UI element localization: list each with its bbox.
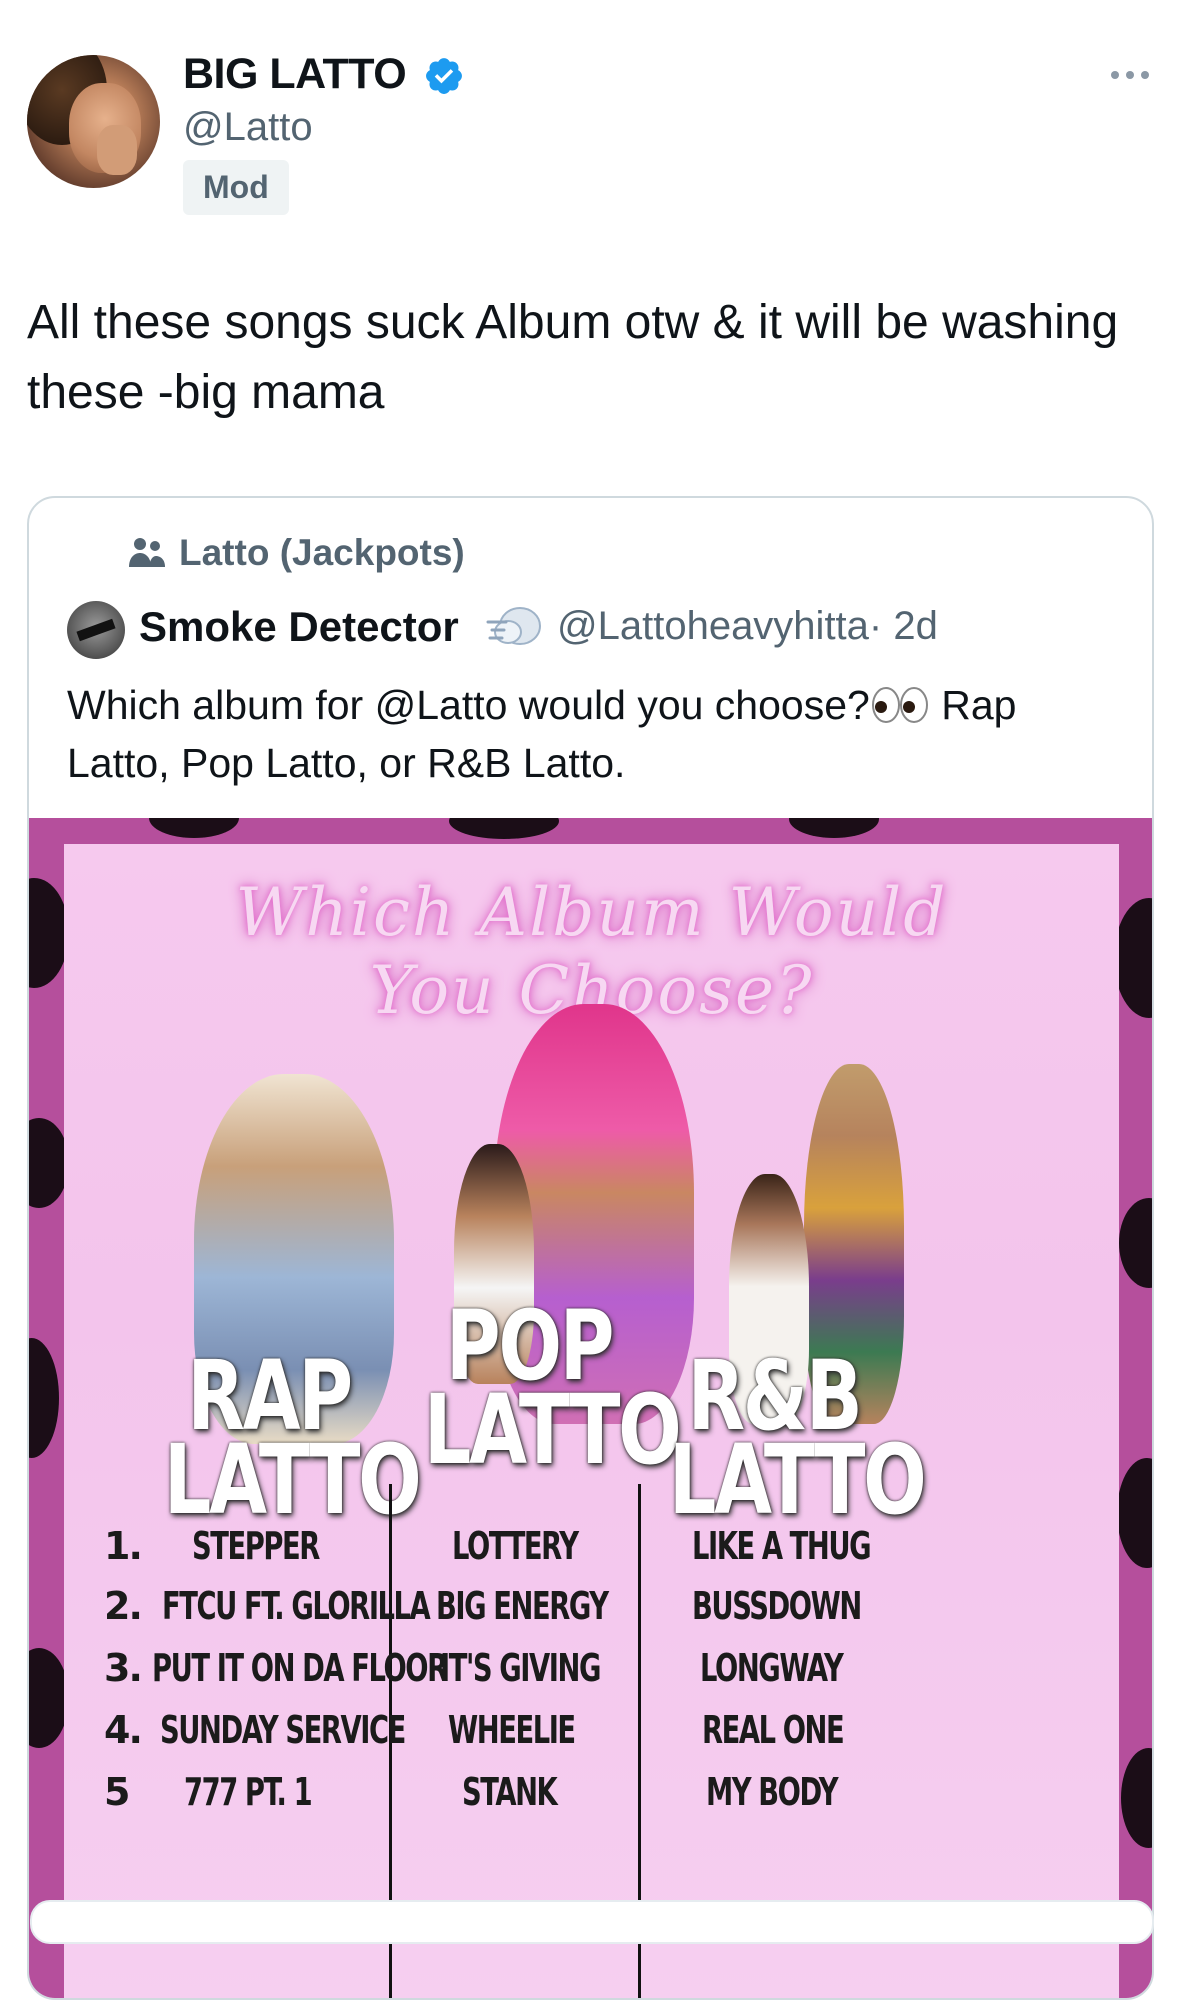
leopard-spot (149, 818, 239, 838)
more-options-icon[interactable] (1089, 60, 1149, 90)
author-avatar[interactable] (27, 55, 160, 188)
leopard-spot (29, 1648, 69, 1748)
pop-song: WHEELIE (448, 1708, 576, 1752)
pop-song: STANK (462, 1770, 558, 1814)
rnb-label-bottom: LATTO (668, 1424, 927, 1537)
quote-age: · 2d (868, 604, 938, 648)
eyes-emoji (871, 687, 928, 723)
leopard-spot (29, 1338, 59, 1458)
rap-song: 777 PT. 1 (184, 1770, 313, 1814)
community-label[interactable]: Latto (Jackpots) (127, 532, 465, 574)
leopard-spot (1117, 1458, 1152, 1568)
verified-badge-icon (426, 58, 462, 94)
rap-song: PUT IT ON DA FLOOR (152, 1646, 448, 1690)
quote-author-name[interactable]: Smoke Detector (139, 603, 459, 651)
rnb-song: LIKE A THUG (692, 1524, 872, 1568)
pop-song: IT'S GIVING (440, 1646, 601, 1690)
dashing-away-emoji (486, 607, 541, 645)
rap-latto-label: RAP LATTO (163, 1348, 422, 1537)
track-number: 3. (104, 1646, 143, 1690)
community-people-icon (129, 538, 165, 567)
poster-panel: Which Album Would You Choose? RAP LATTO … (64, 844, 1119, 1998)
rnb-song: LONGWAY (700, 1646, 844, 1690)
pop-label-bottom: LATTO (423, 1374, 682, 1487)
pop-song: LOTTERY (452, 1524, 579, 1568)
rnb-song: BUSSDOWN (692, 1584, 862, 1628)
track-number: 5 (104, 1770, 130, 1814)
avatar-gun-shape (76, 618, 116, 642)
leopard-spot (449, 818, 559, 839)
track-number: 2. (104, 1584, 143, 1628)
pop-song: BIG ENERGY (436, 1584, 609, 1628)
rnb-song: MY BODY (706, 1770, 839, 1814)
quote-author-avatar[interactable] (67, 601, 125, 659)
quoted-tweet[interactable]: Latto (Jackpots) Smoke Detector @Lattohe… (27, 496, 1154, 2000)
rap-label-bottom: LATTO (163, 1424, 422, 1537)
rap-song: FTCU FT. GLORILLA (162, 1584, 431, 1628)
leopard-spot (1121, 1748, 1152, 1848)
track-number: 4. (104, 1708, 143, 1752)
next-card-edge (30, 1900, 1154, 1944)
leopard-spot (29, 878, 69, 988)
album-poster-image[interactable]: Which Album Would You Choose? RAP LATTO … (29, 818, 1152, 1998)
poster-title-line1: Which Album Would (235, 874, 948, 951)
rnb-song: REAL ONE (702, 1708, 845, 1752)
avatar-hand (97, 125, 137, 175)
mod-badge: Mod (183, 160, 289, 215)
quote-author-handle[interactable]: @Lattoheavyhitta· 2d (557, 604, 938, 649)
leopard-spot (1119, 1198, 1152, 1288)
leopard-spot (1114, 898, 1152, 1018)
tweet-text: All these songs suck Album otw & it will… (27, 296, 1119, 419)
quote-text-main: Which album for @Latto would you choose? (67, 682, 870, 728)
rap-song: SUNDAY SERVICE (160, 1708, 406, 1752)
quote-text: Which album for @Latto would you choose?… (67, 676, 1127, 792)
pop-latto-label: POP LATTO (423, 1298, 682, 1487)
rnb-latto-label: R&B LATTO (668, 1348, 927, 1537)
author-handle[interactable]: @Latto (183, 105, 313, 150)
leopard-spot (789, 818, 879, 838)
author-name[interactable]: BIG LATTO (183, 50, 407, 99)
leopard-spot (29, 1118, 69, 1208)
community-name: Latto (Jackpots) (179, 532, 465, 573)
rap-song: STEPPER (192, 1524, 320, 1568)
quote-handle-text: @Lattoheavyhitta (557, 604, 869, 648)
track-number: 1. (104, 1524, 143, 1568)
